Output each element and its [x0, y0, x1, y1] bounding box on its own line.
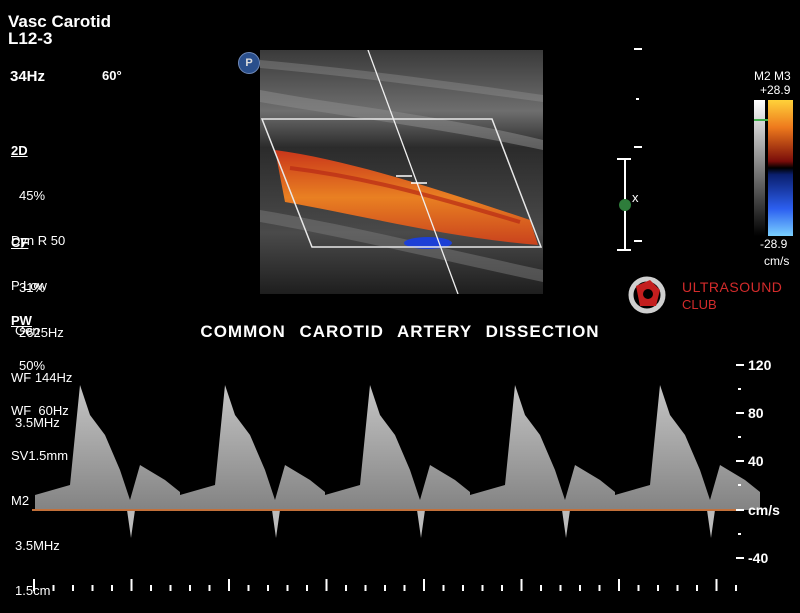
logo-text-club: CLUB [682, 297, 717, 312]
waveform-beat [615, 385, 760, 510]
color-doppler-image [260, 50, 543, 294]
depth-tick [634, 146, 642, 148]
time-axis-ticks [33, 579, 737, 591]
waveform-reverse-flow [272, 510, 280, 538]
spectral-doppler-waveform [32, 364, 760, 591]
velocity-color-bar [768, 100, 793, 236]
angle-value: 60° [102, 68, 122, 83]
waveform-beat [35, 385, 180, 510]
depth-tick [634, 240, 642, 242]
scale-label-80: 80 [748, 405, 764, 421]
waveform-beat [325, 385, 470, 510]
waveform-reverse-flow [707, 510, 715, 538]
logo-text-ultrasound: ULTRASOUND [682, 279, 783, 295]
scale-unit-label: cm/s [748, 502, 780, 518]
depth-tick [634, 48, 642, 50]
preset-name: Vasc Carotid [8, 12, 111, 31]
focus-bracket-bottom [617, 249, 631, 251]
scale-label-minus40: -40 [748, 550, 769, 566]
scale-label-40: 40 [748, 453, 764, 469]
waveform-reverse-flow [562, 510, 570, 538]
color-bar-unit: cm/s [764, 254, 790, 268]
params-cf-label: CF [11, 235, 29, 250]
waveform-beat [470, 385, 615, 510]
frame-rate: 34Hz [10, 68, 46, 85]
waveform-reverse-flow [127, 510, 135, 538]
color-bar-max: +28.9 [760, 83, 791, 97]
params-2d-label: 2D [11, 143, 28, 158]
param-2d-gain: 45% [19, 188, 46, 203]
waveform-beats [35, 385, 760, 538]
probe-orientation-badge: P [238, 52, 260, 74]
waveform-beat [180, 385, 325, 510]
color-bar-label: M2 M3 [754, 69, 791, 83]
probe-name: L12-3 [8, 29, 53, 48]
focus-bracket-top [617, 158, 631, 160]
depth-marker-label: x [632, 190, 639, 205]
study-title: COMMON CAROTID ARTERY DISSECTION [200, 322, 600, 341]
color-bar-min: -28.9 [760, 237, 788, 251]
velocity-scale [736, 364, 744, 559]
bmode-image [260, 50, 543, 294]
depth-tick [636, 98, 639, 100]
color-velocity-bar [754, 100, 793, 236]
focus-marker[interactable] [619, 199, 631, 211]
scale-label-120: 120 [748, 357, 772, 373]
waveform-reverse-flow [417, 510, 425, 538]
ultrasound-club-logo-icon [628, 276, 666, 314]
